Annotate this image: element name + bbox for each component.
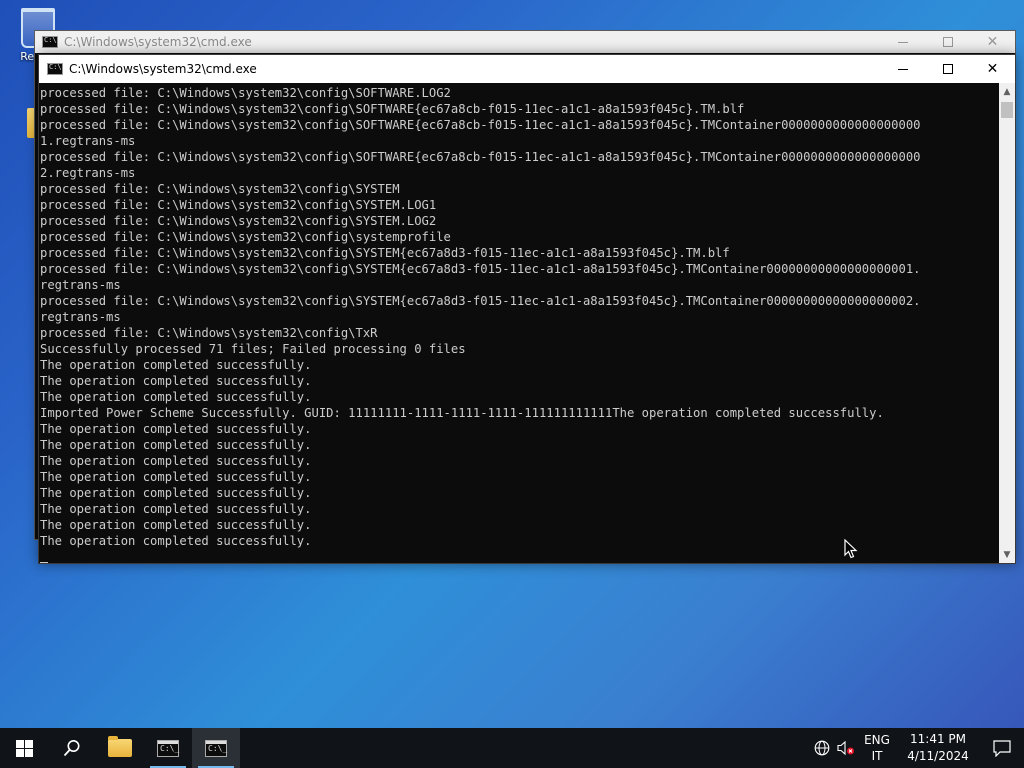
close-button[interactable]: ✕ [970,55,1015,83]
minimize-icon [897,68,908,70]
command-prompt-icon [205,739,227,757]
chevron-down-icon: ▼ [1003,549,1011,560]
background-window-titlebar[interactable]: C:\Windows\system32\cmd.exe ✕ [35,31,1015,53]
close-button[interactable]: ✕ [970,31,1015,53]
taskbar-cmd-button-1[interactable] [144,728,192,768]
close-icon: ✕ [986,61,999,77]
folder-icon [108,736,132,757]
minimize-button[interactable] [880,55,925,83]
vertical-scrollbar[interactable]: ▲ ▼ [999,83,1015,563]
language-code: ENG [864,733,890,747]
action-center-icon [993,739,1011,757]
minimize-button[interactable] [880,31,925,53]
maximize-icon [942,64,953,74]
action-center-button[interactable] [980,728,1024,768]
maximize-icon [942,37,953,47]
scroll-thumb[interactable] [1001,102,1013,118]
file-explorer-button[interactable] [96,728,144,768]
taskbar-cmd-button-2[interactable] [192,728,240,768]
chevron-up-icon: ▲ [1003,86,1011,97]
command-prompt-icon [42,36,58,48]
clock-time: 11:41 PM [910,732,966,746]
console-output[interactable]: processed file: C:\Windows\system32\conf… [39,83,999,563]
system-tray: ENG IT 11:41 PM 4/11/2024 [810,728,1024,768]
close-icon: ✕ [986,34,999,50]
text-cursor [40,562,48,563]
taskbar: ENG IT 11:41 PM 4/11/2024 [0,728,1024,768]
scroll-up-button[interactable]: ▲ [999,83,1015,100]
mouse-pointer-icon [844,539,858,559]
cmd-window-title: C:\Windows\system32\cmd.exe [69,62,257,76]
command-prompt-icon [157,739,179,757]
start-button[interactable] [0,728,48,768]
background-window-title: C:\Windows\system32\cmd.exe [64,35,252,49]
cmd-window-titlebar[interactable]: C:\Windows\system32\cmd.exe ✕ [39,55,1015,83]
keyboard-layout-code: IT [871,749,883,763]
search-button[interactable] [48,728,96,768]
scroll-down-button[interactable]: ▼ [999,546,1015,563]
speaker-muted-icon [837,740,854,756]
network-button[interactable] [810,728,834,768]
maximize-button[interactable] [925,31,970,53]
globe-network-icon [814,740,830,756]
maximize-button[interactable] [925,55,970,83]
cmd-window[interactable]: C:\Windows\system32\cmd.exe ✕ processed … [38,54,1016,564]
volume-button[interactable] [834,728,858,768]
clock-date: 4/11/2024 [907,749,969,763]
windows-logo-icon [15,739,33,757]
search-icon [63,740,80,757]
minimize-icon [897,41,908,43]
input-language-indicator[interactable]: ENG IT [858,732,896,764]
clock[interactable]: 11:41 PM 4/11/2024 [896,731,980,765]
command-prompt-icon [47,63,63,75]
console-text: processed file: C:\Windows\system32\conf… [40,86,921,548]
